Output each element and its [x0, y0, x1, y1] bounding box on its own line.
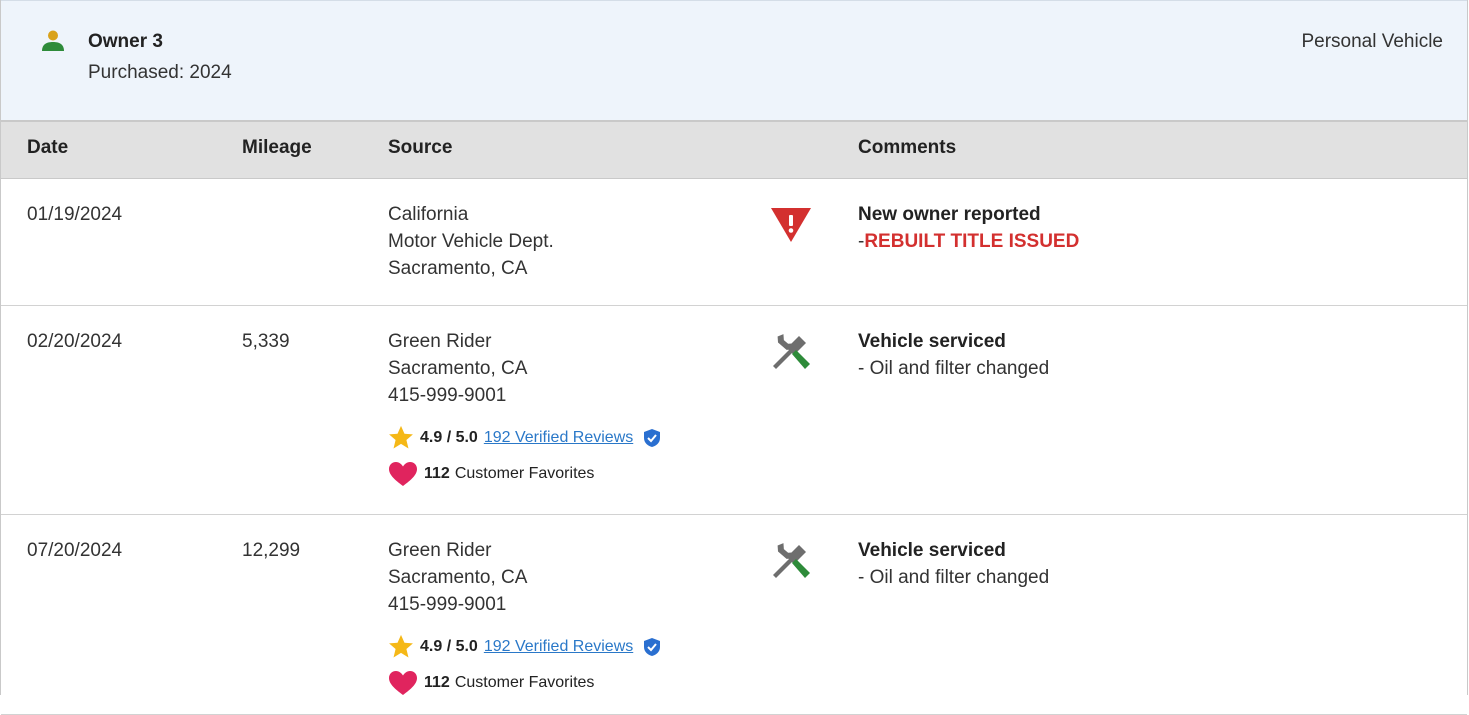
- verified-shield-icon: [644, 637, 661, 656]
- row-date: 02/20/2024: [27, 331, 123, 352]
- rating-line: 4.9 / 5.0 192 Verified Reviews: [388, 425, 661, 450]
- column-header-mileage: Mileage: [242, 137, 312, 158]
- row-mileage: 5,339: [242, 331, 290, 352]
- source-line: Sacramento, CA: [388, 358, 528, 379]
- comment-title: Vehicle serviced: [858, 540, 1006, 561]
- favorites-label: Customer Favorites: [454, 674, 595, 691]
- rating-value: 4.9 / 5.0: [420, 637, 478, 655]
- rating-value: 4.9 / 5.0: [420, 428, 478, 446]
- comment-title: Vehicle serviced: [858, 331, 1006, 352]
- verified-reviews-link[interactable]: 192 Verified Reviews: [484, 638, 633, 656]
- table-row: 01/19/2024 California Motor Vehicle Dept…: [1, 179, 1467, 306]
- table-row: 07/20/2024 12,299 Green Rider Sacramento…: [1, 515, 1467, 715]
- verified-reviews-link[interactable]: 192 Verified Reviews: [484, 429, 633, 447]
- row-source: California Motor Vehicle Dept. Sacrament…: [388, 201, 554, 282]
- source-line: Motor Vehicle Dept.: [388, 231, 554, 252]
- table-header: Date Mileage Source Comments: [1, 120, 1467, 179]
- row-date: 01/19/2024: [27, 204, 123, 225]
- source-line: Sacramento, CA: [388, 258, 528, 279]
- comment-detail: - Oil and filter changed: [858, 358, 1050, 379]
- favorites-label: Customer Favorites: [454, 465, 595, 482]
- vehicle-history-panel: Owner 3 Purchased: 2024 Personal Vehicle…: [0, 0, 1468, 715]
- favorites-count: 112: [424, 674, 450, 691]
- favorites-count: 112: [424, 465, 450, 482]
- verified-shield-icon: [644, 428, 661, 447]
- warning-triangle-icon: [771, 208, 811, 242]
- star-icon: [389, 634, 413, 658]
- owner-purchased-year: Purchased: 2024: [88, 62, 232, 83]
- source-line: 415-999-9001: [388, 594, 507, 615]
- row-mileage: 12,299: [242, 540, 301, 561]
- favorites-line: 112 Customer Favorites: [388, 670, 594, 696]
- table-row: 02/20/2024 5,339 Green Rider Sacramento,…: [1, 306, 1467, 515]
- row-source: Green Rider Sacramento, CA 415-999-9001: [388, 328, 527, 409]
- column-header-date: Date: [27, 137, 69, 158]
- row-comments: Vehicle serviced - Oil and filter change…: [858, 537, 1049, 591]
- star-icon: [389, 425, 413, 449]
- heart-icon: [389, 462, 417, 486]
- owner-header: Owner 3 Purchased: 2024 Personal Vehicle: [1, 0, 1467, 120]
- heart-icon: [389, 671, 417, 695]
- source-line: Sacramento, CA: [388, 567, 528, 588]
- comment-detail: - Oil and filter changed: [858, 567, 1050, 588]
- comment-detail-line: -REBUILT TITLE ISSUED: [858, 228, 1079, 255]
- row-source: Green Rider Sacramento, CA 415-999-9001: [388, 537, 527, 618]
- source-line: Green Rider: [388, 331, 492, 352]
- column-header-comments: Comments: [858, 137, 957, 158]
- source-line: California: [388, 204, 469, 225]
- person-icon: [42, 30, 64, 51]
- source-line: 415-999-9001: [388, 385, 507, 406]
- owner-title: Owner 3: [88, 31, 163, 52]
- rebuilt-title-alert: REBUILT TITLE ISSUED: [864, 231, 1080, 252]
- comment-title: New owner reported: [858, 204, 1041, 225]
- vehicle-type: Personal Vehicle: [1301, 31, 1443, 52]
- row-comments: Vehicle serviced - Oil and filter change…: [858, 328, 1049, 382]
- wrench-screwdriver-icon: [773, 543, 810, 578]
- rating-line: 4.9 / 5.0 192 Verified Reviews: [388, 634, 661, 659]
- row-date: 07/20/2024: [27, 540, 123, 561]
- favorites-line: 112 Customer Favorites: [388, 461, 594, 487]
- row-comments: New owner reported -REBUILT TITLE ISSUED: [858, 201, 1079, 255]
- source-line: Green Rider: [388, 540, 492, 561]
- wrench-screwdriver-icon: [773, 334, 810, 369]
- column-header-source: Source: [388, 137, 453, 158]
